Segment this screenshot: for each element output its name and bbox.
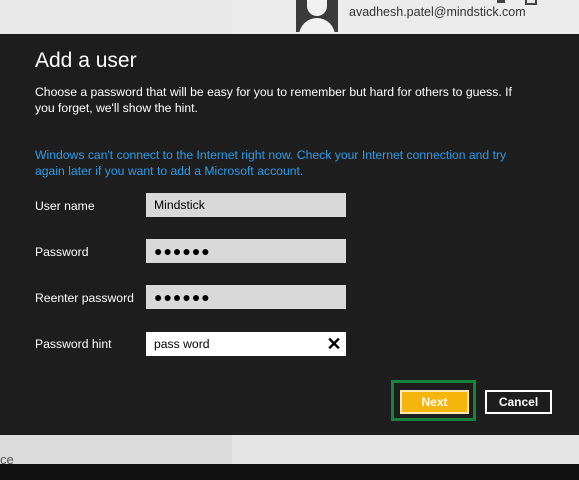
partial-icon-left (497, 0, 505, 3)
partial-icon-right (525, 0, 537, 5)
background-panel-bottom-right (232, 435, 579, 464)
add-user-dialog: Add a user Choose a password that will b… (0, 34, 579, 435)
reenter-password-field[interactable]: ●●●●●● (146, 285, 346, 309)
cancel-button[interactable]: Cancel (485, 390, 552, 414)
reenter-password-label: Reenter password (35, 291, 134, 305)
username-field[interactable]: Mindstick (146, 193, 346, 217)
password-hint-field[interactable]: pass word (146, 332, 346, 356)
account-email: avadhesh.patel@mindstick.com (349, 5, 526, 19)
clear-text-icon[interactable]: ✕ (326, 332, 342, 356)
password-hint-label: Password hint (35, 337, 112, 351)
dialog-title: Add a user (35, 49, 137, 72)
background-text-fragment: ce (0, 454, 14, 464)
password-field[interactable]: ●●●●●● (146, 239, 346, 263)
next-button[interactable]: Next (400, 390, 469, 414)
background-panel-left (0, 0, 232, 34)
background-panel-bottom-left (0, 435, 232, 464)
dialog-description: Choose a password that will be easy for … (35, 85, 512, 115)
password-label: Password (35, 245, 89, 259)
connection-warning: Windows can't connect to the Internet ri… (35, 148, 507, 178)
avatar-body-icon (299, 18, 335, 32)
user-avatar (296, 0, 338, 32)
avatar-head-icon (307, 0, 327, 16)
background-bottom-strip (0, 464, 579, 480)
username-label: User name (35, 199, 95, 213)
